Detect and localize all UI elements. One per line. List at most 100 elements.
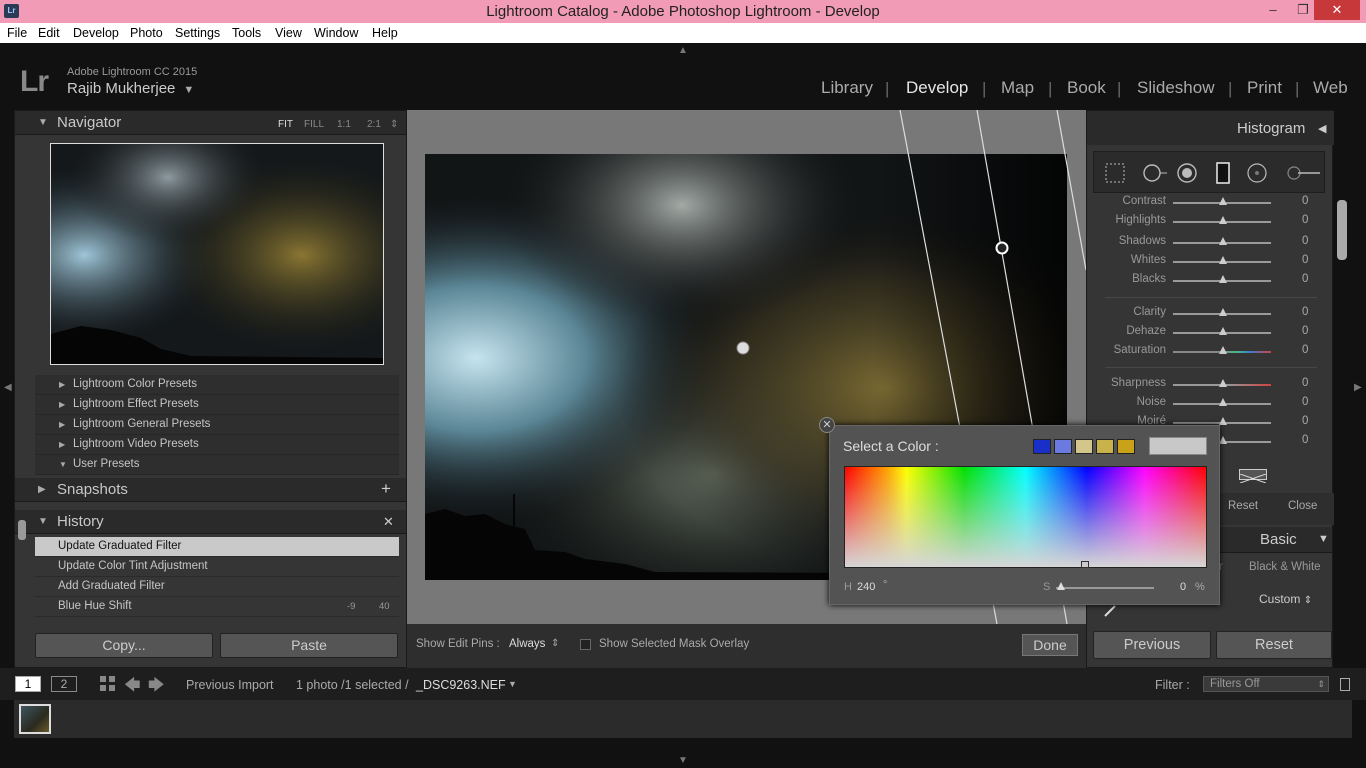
slider-contrast[interactable]: Contrast 0 <box>1087 193 1334 212</box>
menu-photo[interactable]: Photo <box>130 26 163 40</box>
main-window-button[interactable]: 1 <box>15 676 41 692</box>
filename[interactable]: _DSC9263.NEF <box>416 678 506 692</box>
menu-help[interactable]: Help <box>372 26 398 40</box>
preset-folder[interactable]: ▶ Lightroom Effect Presets <box>35 395 399 415</box>
history-item[interactable]: Update Color Tint Adjustment <box>35 557 399 577</box>
preset-folder[interactable]: ▶ Lightroom General Presets <box>35 415 399 435</box>
slider-noise[interactable]: Noise 0 <box>1087 394 1334 413</box>
menu-tools[interactable]: Tools <box>232 26 261 40</box>
slider-sharpness[interactable]: Sharpness 0 <box>1087 375 1334 394</box>
module-slideshow[interactable]: Slideshow <box>1137 78 1215 98</box>
collapse-bottom-arrow-icon[interactable]: ▼ <box>678 755 688 766</box>
left-scrollbar[interactable] <box>18 520 26 540</box>
saturation-knob[interactable] <box>1057 582 1065 590</box>
close-window-button[interactable]: ✕ <box>1314 0 1360 20</box>
color-swatch[interactable] <box>1096 439 1114 454</box>
menu-window[interactable]: Window <box>314 26 358 40</box>
second-window-button[interactable]: 2 <box>51 676 77 692</box>
color-swatch[interactable] <box>1033 439 1051 454</box>
saturation-track[interactable] <box>1056 587 1154 589</box>
zoom-fill[interactable]: FILL <box>304 119 324 130</box>
right-scrollbar[interactable] <box>1337 200 1347 260</box>
history-header[interactable]: ▼ History ✕ <box>15 510 406 534</box>
zoom-2-1[interactable]: 2:1 <box>367 119 381 130</box>
radial-filter-icon[interactable] <box>1246 162 1268 184</box>
navigator-preview[interactable] <box>50 143 384 365</box>
slider-blacks[interactable]: Blacks 0 <box>1087 271 1334 290</box>
crop-icon[interactable] <box>1104 162 1126 184</box>
preset-folder[interactable]: ▶ Lightroom Color Presets <box>35 375 399 395</box>
module-library[interactable]: Library <box>821 78 873 98</box>
mask-reset-button[interactable]: Reset <box>1228 500 1258 512</box>
mask-overlay-checkbox[interactable] <box>580 639 591 650</box>
saturation-value[interactable]: 0 <box>1180 581 1186 593</box>
menu-edit[interactable]: Edit <box>38 26 60 40</box>
collapse-right-arrow-icon[interactable]: ▶ <box>1354 382 1362 393</box>
paste-button[interactable]: Paste <box>220 633 398 658</box>
graduated-filter-icon[interactable] <box>1212 162 1234 184</box>
filter-lock-icon[interactable] <box>1340 678 1350 691</box>
color-spectrum[interactable] <box>844 466 1207 568</box>
grid-view-icon[interactable] <box>100 676 116 692</box>
zoom-fit[interactable]: FIT <box>278 119 293 130</box>
color-picker-handle[interactable] <box>1081 561 1089 568</box>
hue-value[interactable]: 240 <box>857 581 875 593</box>
back-arrow-icon[interactable]: 🡄 <box>124 674 141 701</box>
zoom-1-1[interactable]: 1:1 <box>337 119 351 130</box>
wb-profile-select[interactable]: Custom ⇕ <box>1259 592 1312 606</box>
menu-view[interactable]: View <box>275 26 302 40</box>
basic-collapse-icon[interactable]: ▼ <box>1318 533 1329 545</box>
reset-button[interactable]: Reset <box>1216 631 1332 659</box>
adjustment-brush-icon[interactable] <box>1284 162 1324 184</box>
add-snapshot-icon[interactable]: + <box>381 479 391 499</box>
treatment-black-white[interactable]: Black & White <box>1249 561 1321 573</box>
spot-removal-icon[interactable] <box>1142 162 1167 184</box>
preset-folder[interactable]: ▶ Lightroom Video Presets <box>35 435 399 455</box>
slider-shadows[interactable]: Shadows 0 <box>1087 233 1334 252</box>
history-item[interactable]: Add Graduated Filter <box>35 577 399 597</box>
mask-close-button[interactable]: Close <box>1288 500 1317 512</box>
module-develop[interactable]: Develop <box>906 78 968 98</box>
slider-whites[interactable]: Whites 0 <box>1087 252 1334 271</box>
zoom-options-caret-icon[interactable]: ⇕ <box>390 119 398 130</box>
filmstrip-thumbnail[interactable] <box>19 704 51 734</box>
collapse-top-arrow-icon[interactable]: ▲ <box>678 45 688 56</box>
slider-saturation[interactable]: Saturation 0 <box>1087 342 1334 361</box>
module-print[interactable]: Print <box>1247 78 1282 98</box>
minimize-button[interactable]: – <box>1258 0 1288 20</box>
color-swatch[interactable] <box>1117 439 1135 454</box>
module-map[interactable]: Map <box>1001 78 1034 98</box>
preset-folder[interactable]: ▼ User Presets <box>35 455 399 475</box>
module-web[interactable]: Web <box>1313 78 1348 98</box>
color-swatch-none[interactable] <box>1239 469 1267 484</box>
forward-arrow-icon[interactable]: 🡆 <box>148 674 165 701</box>
filename-caret-icon[interactable]: ▼ <box>508 679 517 689</box>
slider-dehaze[interactable]: Dehaze 0 <box>1087 323 1334 342</box>
collapse-left-arrow-icon[interactable]: ◀ <box>4 382 12 393</box>
menu-file[interactable]: File <box>7 26 27 40</box>
done-button[interactable]: Done <box>1022 634 1078 656</box>
user-name[interactable]: Rajib Mukherjee ▼ <box>67 80 194 97</box>
menu-develop[interactable]: Develop <box>73 26 119 40</box>
slider-highlights[interactable]: Highlights 0 <box>1087 212 1334 231</box>
history-item[interactable]: Update Graduated Filter <box>35 537 399 557</box>
filter-select[interactable]: Filters Off ⇕ <box>1203 676 1329 692</box>
copy-button[interactable]: Copy... <box>35 633 213 658</box>
clear-history-icon[interactable]: ✕ <box>383 514 394 530</box>
red-eye-icon[interactable] <box>1176 162 1198 184</box>
histogram-header[interactable]: Histogram ◀ <box>1087 111 1334 145</box>
edit-pins-select[interactable]: Always <box>509 638 545 650</box>
filmstrip-source[interactable]: Previous Import <box>186 678 274 692</box>
previous-button[interactable]: Previous <box>1093 631 1211 659</box>
module-book[interactable]: Book <box>1067 78 1106 98</box>
history-item[interactable]: Blue Hue Shift -9 40 <box>35 597 399 617</box>
color-picker-close-icon[interactable]: ✕ <box>819 417 835 433</box>
eyedropper-icon[interactable] <box>1103 604 1117 618</box>
edit-pins-caret-icon[interactable]: ⇕ <box>551 638 559 649</box>
slider-clarity[interactable]: Clarity 0 <box>1087 304 1334 323</box>
snapshots-header[interactable]: ▶ Snapshots + <box>15 478 406 502</box>
histogram-collapse-icon[interactable]: ◀ <box>1318 122 1326 135</box>
menu-settings[interactable]: Settings <box>175 26 220 40</box>
color-swatch[interactable] <box>1054 439 1072 454</box>
color-swatch[interactable] <box>1075 439 1093 454</box>
